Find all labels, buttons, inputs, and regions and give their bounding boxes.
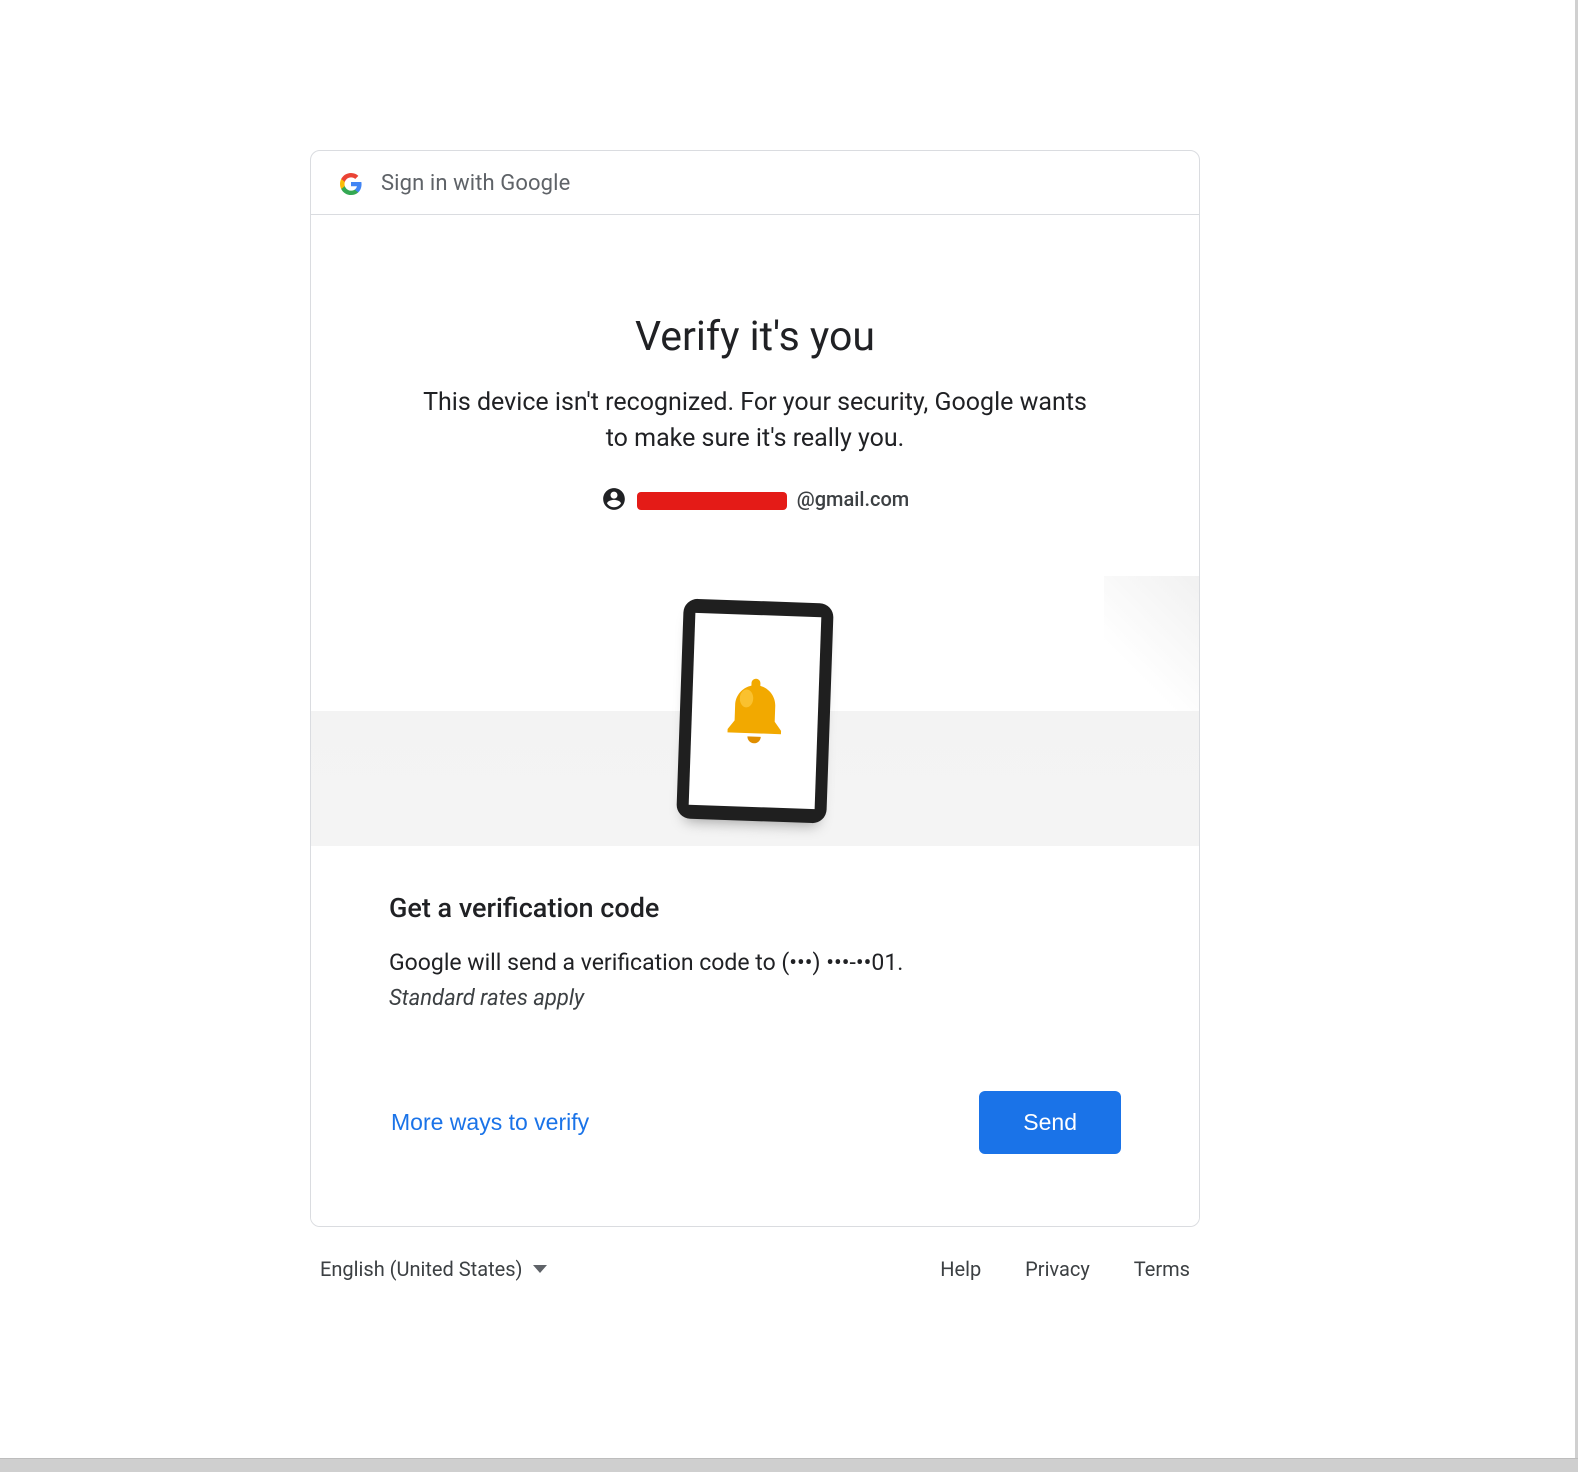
send-button[interactable]: Send bbox=[979, 1091, 1121, 1154]
redacted-email-prefix bbox=[637, 492, 787, 510]
account-chip[interactable]: @gmail.com bbox=[371, 486, 1139, 512]
language-selector[interactable]: English (United States) bbox=[320, 1257, 547, 1281]
verification-note: Standard rates apply bbox=[389, 986, 1121, 1011]
window-bottom-bar bbox=[0, 1458, 1578, 1472]
signin-dialog-wrap: Sign in with Google Verify it's you This… bbox=[310, 150, 1200, 1281]
verification-title: Get a verification code bbox=[389, 892, 1121, 924]
google-logo-icon bbox=[339, 172, 363, 196]
bell-icon bbox=[718, 670, 793, 750]
page-title: Verify it's you bbox=[371, 313, 1139, 361]
more-ways-button[interactable]: More ways to verify bbox=[389, 1101, 591, 1144]
help-link[interactable]: Help bbox=[940, 1257, 981, 1281]
verification-section: Get a verification code Google will send… bbox=[311, 846, 1199, 1227]
chevron-down-icon bbox=[533, 1265, 547, 1273]
title-block: Verify it's you This device isn't recogn… bbox=[311, 215, 1199, 512]
account-email-suffix: @gmail.com bbox=[797, 487, 909, 511]
page-subtitle: This device isn't recognized. For your s… bbox=[415, 385, 1095, 458]
signin-dialog: Sign in with Google Verify it's you This… bbox=[310, 150, 1200, 1227]
privacy-link[interactable]: Privacy bbox=[1025, 1257, 1090, 1281]
terms-link[interactable]: Terms bbox=[1134, 1257, 1190, 1281]
account-circle-icon bbox=[601, 486, 627, 512]
dialog-header-title: Sign in with Google bbox=[381, 171, 570, 196]
language-label: English (United States) bbox=[320, 1257, 523, 1281]
footer-links: Help Privacy Terms bbox=[940, 1257, 1190, 1281]
illustration-zone bbox=[311, 576, 1199, 846]
phone-illustration bbox=[676, 598, 834, 823]
footer: English (United States) Help Privacy Ter… bbox=[310, 1227, 1200, 1281]
dialog-header: Sign in with Google bbox=[311, 151, 1199, 215]
phone-screen bbox=[689, 612, 822, 808]
action-row: More ways to verify Send bbox=[389, 1091, 1121, 1154]
verification-description: Google will send a verification code to … bbox=[389, 946, 1121, 981]
